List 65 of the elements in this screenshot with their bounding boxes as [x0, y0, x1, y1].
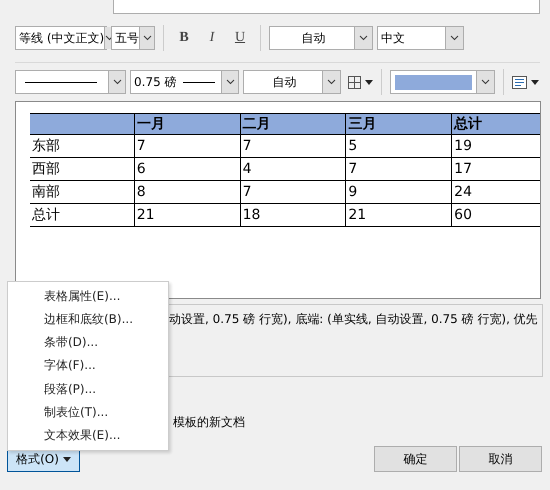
menu-item[interactable]: 段落(P)...	[8, 378, 168, 401]
table-cell: 6	[134, 158, 240, 180]
menu-item[interactable]: 边框和底纹(B)...	[8, 308, 168, 332]
line-weight-value: 0.75 磅	[133, 74, 177, 90]
font-size-dropdown[interactable]: 五号	[111, 26, 155, 50]
shading-color-dropdown[interactable]	[390, 70, 495, 94]
table-header-cell: 三月	[346, 114, 452, 134]
table-cell: 60	[452, 204, 540, 226]
table-cell: 4	[240, 158, 346, 180]
description-text: 动设置, 0.75 磅 行宽), 底端: (单实线, 自动设置, 0.75 磅 行宽), 优先	[169, 312, 538, 326]
table-cell: 21	[134, 204, 240, 226]
table-cell: 西部	[30, 158, 134, 180]
font-size-dropdown-value: 五号	[114, 30, 139, 46]
underline-button[interactable]: U	[228, 26, 252, 50]
table-cell: 19	[452, 134, 540, 158]
chevron-down-icon	[226, 79, 235, 85]
table-cell: 南部	[30, 180, 134, 204]
font-color-dropdown-value: 自动	[300, 30, 326, 46]
table-header-cell: 一月	[134, 114, 240, 134]
borders-icon[interactable]	[348, 76, 361, 88]
border-color-dropdown-value: 自动	[272, 74, 298, 90]
language-dropdown[interactable]: 中文	[377, 26, 464, 50]
table-cell: 9	[346, 180, 452, 204]
table-cell: 18	[240, 204, 346, 226]
chevron-down-icon	[327, 79, 336, 85]
table-header-cell: 总计	[452, 114, 540, 134]
language-dropdown-value: 中文	[380, 30, 406, 46]
chevron-down-icon	[142, 35, 152, 41]
table-cell: 21	[346, 204, 452, 226]
font-color-dropdown[interactable]: 自动	[269, 26, 373, 50]
table-cell: 7	[240, 134, 346, 158]
caret-icon[interactable]	[62, 456, 71, 462]
ok-button[interactable]: 确定	[374, 446, 457, 472]
apply-to-field[interactable]	[113, 0, 540, 14]
line-weight-dropdown[interactable]: 0.75 磅	[130, 70, 239, 94]
cancel-button[interactable]: 取消	[459, 446, 542, 472]
chevron-down-icon	[359, 35, 368, 41]
chevron-down-icon	[481, 79, 490, 85]
table-cell: 7	[134, 134, 240, 158]
menu-item[interactable]: 条带(D)...	[8, 331, 168, 354]
paragraph-icon[interactable]	[512, 76, 527, 88]
bold-button[interactable]: B	[172, 26, 196, 50]
line-sample-icon	[182, 80, 216, 84]
table-cell: 24	[452, 180, 540, 204]
table-cell: 7	[240, 180, 346, 204]
menu-item[interactable]: 文本效果(E)...	[8, 424, 168, 447]
chevron-down-icon	[450, 35, 459, 41]
line-style-dropdown[interactable]	[15, 70, 126, 94]
table-cell: 东部	[30, 134, 134, 158]
table-cell: 17	[452, 158, 540, 180]
caret-icon[interactable]	[531, 80, 539, 84]
caret-icon[interactable]	[365, 80, 373, 84]
border-color-dropdown[interactable]: 自动	[243, 70, 341, 94]
table-header-cell: 二月	[240, 114, 346, 134]
chevron-down-icon	[112, 79, 122, 85]
italic-button[interactable]: I	[200, 26, 224, 50]
font-dropdown-value: 等线 (中文正文)	[18, 30, 104, 46]
menu-item[interactable]: 表格属性(E)...	[8, 285, 168, 308]
option-label: 模板的新文档	[173, 414, 245, 431]
table-cell: 5	[346, 134, 452, 158]
menu-item[interactable]: 制表位(T)...	[8, 400, 168, 424]
menu-item[interactable]: 字体(F)...	[8, 354, 168, 378]
table-cell: 7	[346, 158, 452, 180]
table-cell: 8	[134, 180, 240, 204]
table-cell: 总计	[30, 204, 134, 226]
